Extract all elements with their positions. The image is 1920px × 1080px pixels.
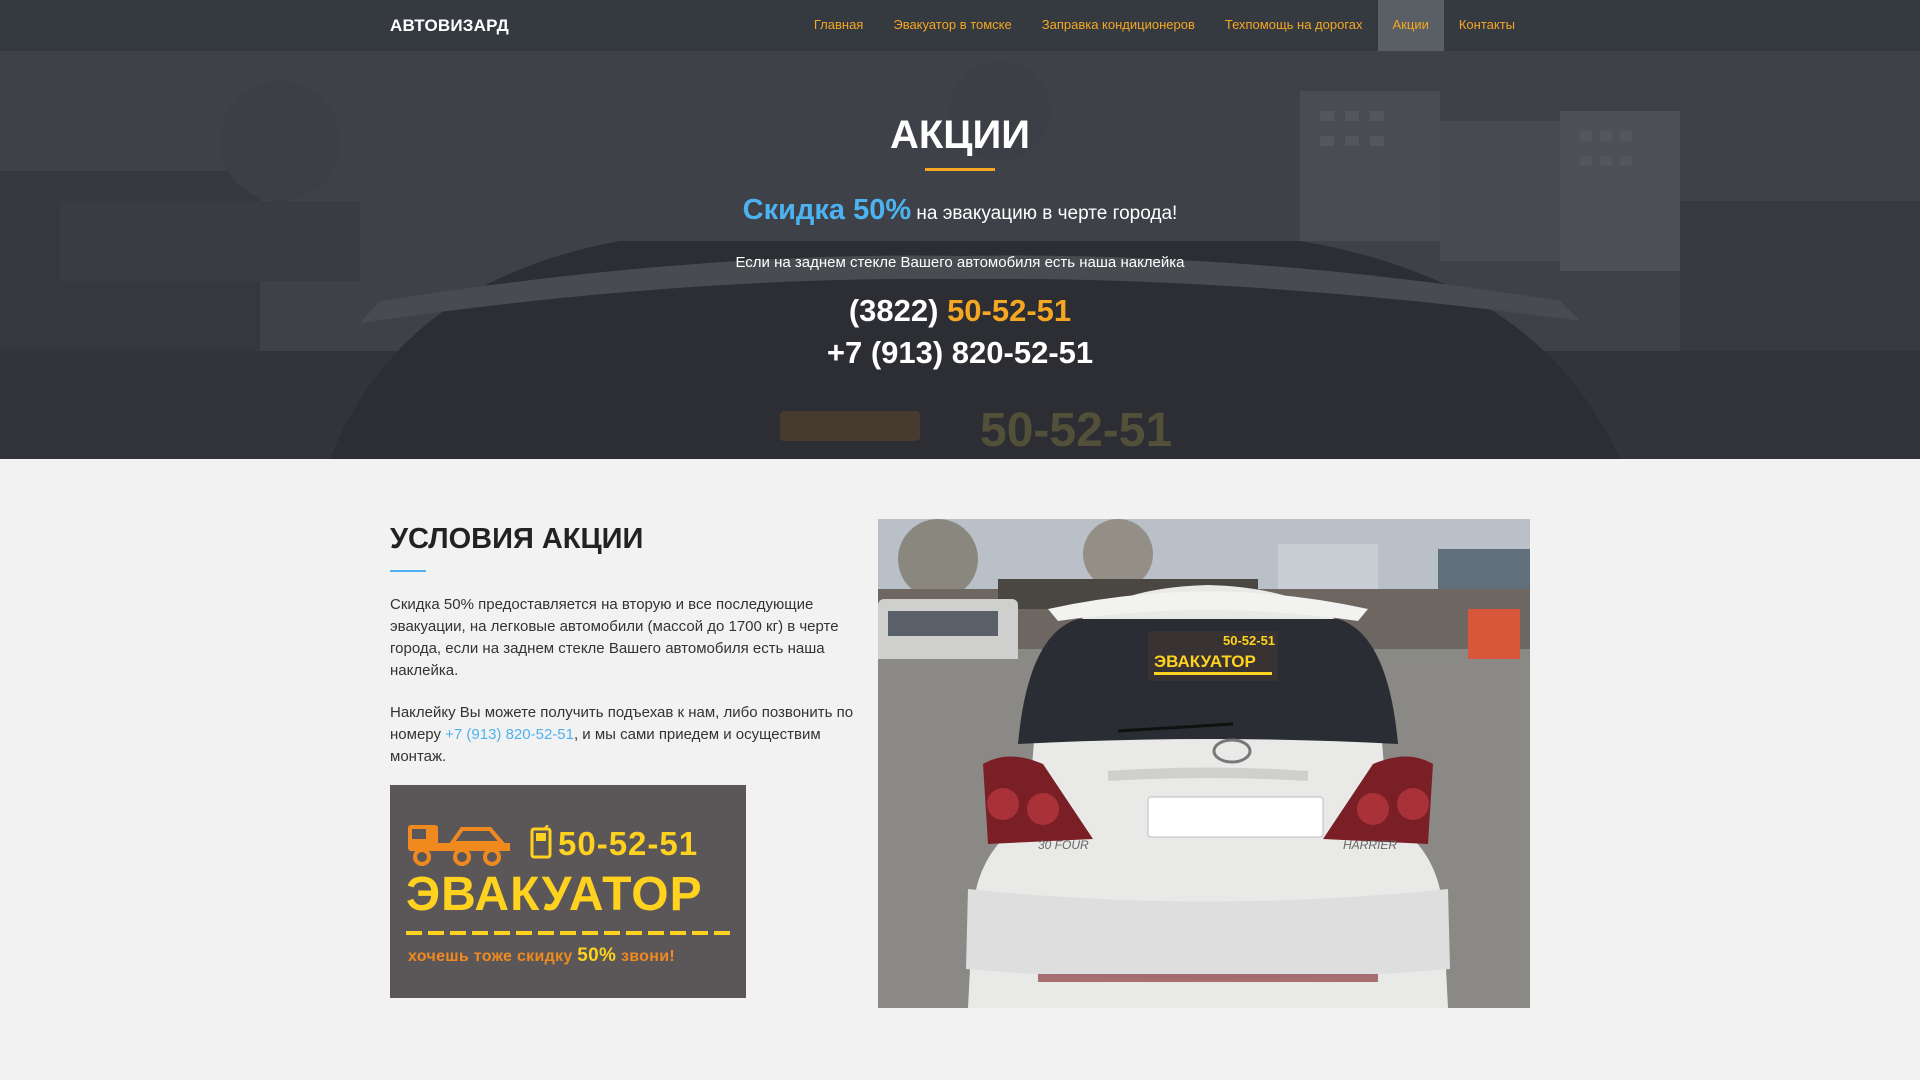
nav-link-contacts[interactable]: Контакты bbox=[1444, 0, 1530, 51]
phone-code: (3822) bbox=[848, 293, 948, 328]
hero-subtitle: Если на заднем стекле Вашего автомобиля … bbox=[735, 254, 1185, 271]
mobile-phone-icon bbox=[530, 825, 552, 859]
slogan-after: звони! bbox=[616, 948, 675, 965]
car-photo: 50-52-51 ЭВАКУАТОР 30 FOUR HARRIER bbox=[878, 519, 1530, 1008]
promo-discount: Скидка 50% bbox=[742, 194, 912, 226]
photo-sticker-word: ЭВАКУАТОР bbox=[1154, 652, 1256, 671]
conditions-paragraph-1: Скидка 50% предоставляется на вторую и в… bbox=[390, 596, 839, 679]
conditions-paragraph-2: Наклейку Вы можете получить подъехав к н… bbox=[390, 702, 860, 768]
nav-link-road-help[interactable]: Техпомощь на дорогах bbox=[1210, 0, 1378, 51]
slogan-percent: 50% bbox=[577, 945, 617, 966]
sticker-phone: 50-52-51 bbox=[558, 825, 699, 862]
hero-phone-mobile[interactable]: +7 (913) 820-52-51 bbox=[0, 335, 1920, 371]
navbar: АВТОВИЗАРД Главная Эвакуатор в томске За… bbox=[0, 0, 1920, 51]
conditions-underline bbox=[390, 570, 426, 572]
promo-text: на эвакуацию в черте города! bbox=[911, 203, 1178, 224]
nav-links: Главная Эвакуатор в томске Заправка конд… bbox=[799, 0, 1530, 51]
hero-phone-city[interactable]: (3822) 50-52-51 bbox=[0, 293, 1920, 329]
sticker-slogan: хочешь тоже скидку 50% звони! bbox=[408, 945, 675, 967]
photo-sticker-phone: 50-52-51 bbox=[1223, 633, 1275, 648]
nav-link-ac-refill[interactable]: Заправка кондиционеров bbox=[1027, 0, 1210, 51]
page-title: АКЦИИ bbox=[889, 113, 1031, 157]
phone-number: 50-52-51 bbox=[947, 293, 1072, 328]
conditions-section: УСЛОВИЯ АКЦИИ Скидка 50% предоставляется… bbox=[0, 459, 1920, 1080]
phone-link[interactable]: +7 (913) 820-52-51 bbox=[445, 726, 574, 743]
sticker-image: 50-52-51 ЭВАКУАТОР хочешь тоже скидку 50… bbox=[390, 785, 746, 998]
nav-link-tow-truck[interactable]: Эвакуатор в томске bbox=[878, 0, 1026, 51]
photo-model-left: 30 FOUR bbox=[1038, 838, 1089, 852]
hero-section: 50-52-51 АКЦИИ Скидка 50% на эвакуацию в… bbox=[0, 51, 1920, 459]
brand-logo[interactable]: АВТОВИЗАРД bbox=[390, 16, 509, 36]
car-photo-drawing: 50-52-51 ЭВАКУАТОР 30 FOUR HARRIER bbox=[878, 519, 1530, 1008]
sticker-dash-line bbox=[406, 931, 732, 935]
photo-model-right: HARRIER bbox=[1343, 838, 1397, 852]
nav-link-home[interactable]: Главная bbox=[799, 0, 878, 51]
slogan-before: хочешь тоже скидку bbox=[408, 948, 578, 965]
navbar-inner: АВТОВИЗАРД Главная Эвакуатор в томске За… bbox=[390, 0, 1530, 51]
conditions-title: УСЛОВИЯ АКЦИИ bbox=[390, 523, 644, 555]
tow-truck-icon bbox=[408, 825, 510, 866]
conditions-text: УСЛОВИЯ АКЦИИ Скидка 50% предоставляется… bbox=[390, 523, 860, 788]
title-underline bbox=[925, 168, 995, 171]
hero-promo: Скидка 50% на эвакуацию в черте города! bbox=[0, 194, 1920, 227]
nav-link-promotions[interactable]: Акции bbox=[1377, 0, 1444, 51]
sticker-word: ЭВАКУАТОР bbox=[406, 868, 703, 921]
